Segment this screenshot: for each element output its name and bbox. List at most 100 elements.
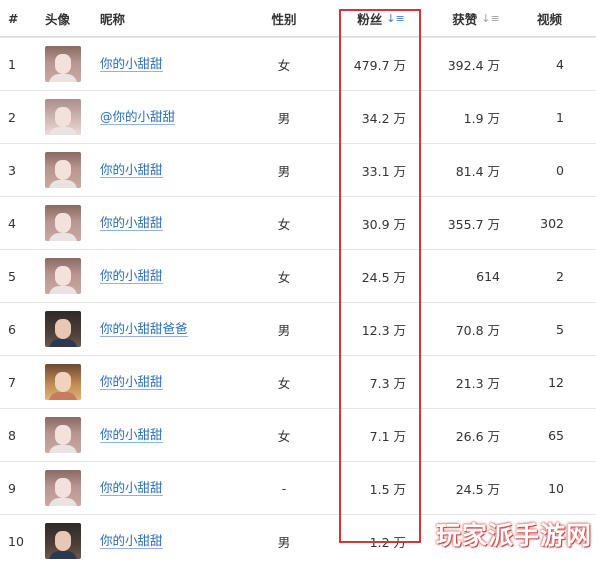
row-index: 5 (8, 268, 16, 284)
nickname-cell: 你的小甜甜爸爸 (100, 303, 260, 355)
sort-descending-icon[interactable]: ↓≡ (386, 13, 404, 24)
header-likes-sort[interactable]: 获赞 ↓≡ (445, 0, 507, 36)
nickname-cell: 你的小甜甜 (100, 144, 260, 196)
sort-icon[interactable]: ↓≡ (481, 13, 499, 24)
header-nickname: 昵称 (100, 11, 126, 27)
nickname-cell: 你的小甜甜 (100, 250, 260, 302)
row-index: 4 (8, 215, 16, 231)
ranking-table: # 头像 昵称 性别 粉丝 ↓≡ 获赞 ↓≡ 视频 1 你的小甜甜女 479.7 万… (0, 0, 596, 567)
videos-cell: 65 (548, 427, 564, 443)
nickname-cell: 你的小甜甜 (100, 197, 260, 249)
nickname-link[interactable]: 你的小甜甜 (100, 162, 163, 178)
header-likes-label: 获赞 (452, 11, 478, 27)
avatar[interactable] (45, 152, 81, 188)
likes-cell: 24.5 万 (455, 481, 500, 497)
videos-cell: 12 (548, 374, 564, 390)
nickname-link[interactable]: 你的小甜甜 (100, 56, 163, 72)
avatar-cell (45, 462, 97, 514)
videos-cell: 5 (556, 321, 564, 337)
nickname-cell: 你的小甜甜 (100, 462, 260, 514)
row-index: 1 (8, 56, 16, 72)
likes-cell: 392.4 万 (447, 57, 500, 73)
header-avatar: 头像 (45, 11, 71, 27)
videos-cell: 1 (556, 109, 564, 125)
videos-cell: 4 (556, 56, 564, 72)
videos-cell: 10 (548, 480, 564, 496)
nickname-cell: 你的小甜甜 (100, 409, 260, 461)
avatar-cell (45, 515, 97, 567)
header-gender: 性别 (271, 11, 297, 27)
gender-cell: 男 (277, 534, 291, 550)
table-row: 6 你的小甜甜爸爸 男 12.3 万 70.8 万 5 (0, 302, 596, 355)
avatar[interactable] (45, 417, 81, 453)
table-row: 3 你的小甜甜 男 33.1 万 81.4 万 0 (0, 143, 596, 196)
videos-cell: 2 (556, 268, 564, 284)
avatar[interactable] (45, 258, 81, 294)
row-index: 9 (8, 480, 16, 496)
nickname-cell: 你的小甜甜 (100, 356, 260, 408)
likes-cell: 81.4 万 (455, 163, 500, 179)
fans-cell: 1.2 万 (369, 534, 406, 550)
nickname-link[interactable]: 你的小甜甜 (100, 215, 163, 231)
row-index: 7 (8, 374, 16, 390)
header-fans-sort[interactable]: 粉丝 ↓≡ (350, 0, 412, 36)
avatar[interactable] (45, 470, 81, 506)
fans-cell: 1.5 万 (369, 481, 406, 497)
nickname-link[interactable]: 你的小甜甜 (100, 533, 163, 549)
gender-cell: 女 (277, 216, 291, 232)
watermark: 玩家派手游网 (435, 521, 592, 550)
nickname-cell: 你的小甜甜 (100, 515, 260, 567)
gender-cell: 女 (277, 57, 291, 73)
fans-cell: 7.3 万 (369, 375, 406, 391)
row-index: 6 (8, 321, 16, 337)
table-row: 5 你的小甜甜 女 24.5 万 614 2 (0, 249, 596, 302)
avatar[interactable] (45, 46, 81, 82)
avatar-cell (45, 91, 97, 143)
header-index: # (8, 10, 19, 26)
gender-cell: - (281, 480, 287, 496)
nickname-link[interactable]: 你的小甜甜 (100, 480, 163, 496)
table-row: 1 你的小甜甜 女 479.7 万 392.4 万 4 (0, 37, 596, 90)
row-index: 8 (8, 427, 16, 443)
row-index: 10 (8, 533, 24, 549)
gender-cell: 女 (277, 269, 291, 285)
nickname-link[interactable]: @你的小甜甜 (100, 109, 176, 125)
table-row: 4 你的小甜甜 女 30.9 万 355.7 万 302 (0, 196, 596, 249)
gender-cell: 男 (277, 163, 291, 179)
fans-cell: 7.1 万 (369, 428, 406, 444)
gender-cell: 男 (277, 110, 291, 126)
nickname-link[interactable]: 你的小甜甜 (100, 427, 163, 443)
nickname-link[interactable]: 你的小甜甜爸爸 (100, 321, 188, 337)
table-row: 9 你的小甜甜 - 1.5 万 24.5 万 10 (0, 461, 596, 514)
fans-cell: 12.3 万 (361, 322, 406, 338)
avatar-cell (45, 303, 97, 355)
nickname-link[interactable]: 你的小甜甜 (100, 374, 163, 390)
gender-cell: 女 (277, 428, 291, 444)
avatar[interactable] (45, 364, 81, 400)
nickname-link[interactable]: 你的小甜甜 (100, 268, 163, 284)
row-index: 3 (8, 162, 16, 178)
avatar-cell (45, 250, 97, 302)
table-header: # 头像 昵称 性别 粉丝 ↓≡ 获赞 ↓≡ 视频 (0, 0, 596, 37)
avatar-cell (45, 197, 97, 249)
likes-cell: 26.6 万 (455, 428, 500, 444)
avatar-cell (45, 356, 97, 408)
table-row: 2 @你的小甜甜 男 34.2 万 1.9 万 1 (0, 90, 596, 143)
avatar[interactable] (45, 311, 81, 347)
videos-cell: 302 (540, 215, 564, 231)
avatar-cell (45, 409, 97, 461)
likes-cell: 70.8 万 (455, 322, 500, 338)
likes-cell: 355.7 万 (447, 216, 500, 232)
avatar-cell (45, 144, 97, 196)
likes-cell: 614 (476, 268, 500, 284)
avatar[interactable] (45, 99, 81, 135)
nickname-cell: @你的小甜甜 (100, 91, 260, 143)
fans-cell: 30.9 万 (361, 216, 406, 232)
avatar-cell (45, 38, 97, 90)
table-row: 8 你的小甜甜 女 7.1 万 26.6 万 65 (0, 408, 596, 461)
header-fans-label: 粉丝 (357, 11, 383, 27)
fans-cell: 33.1 万 (361, 163, 406, 179)
likes-cell: 1.9 万 (463, 110, 500, 126)
avatar[interactable] (45, 205, 81, 241)
gender-cell: 男 (277, 322, 291, 338)
